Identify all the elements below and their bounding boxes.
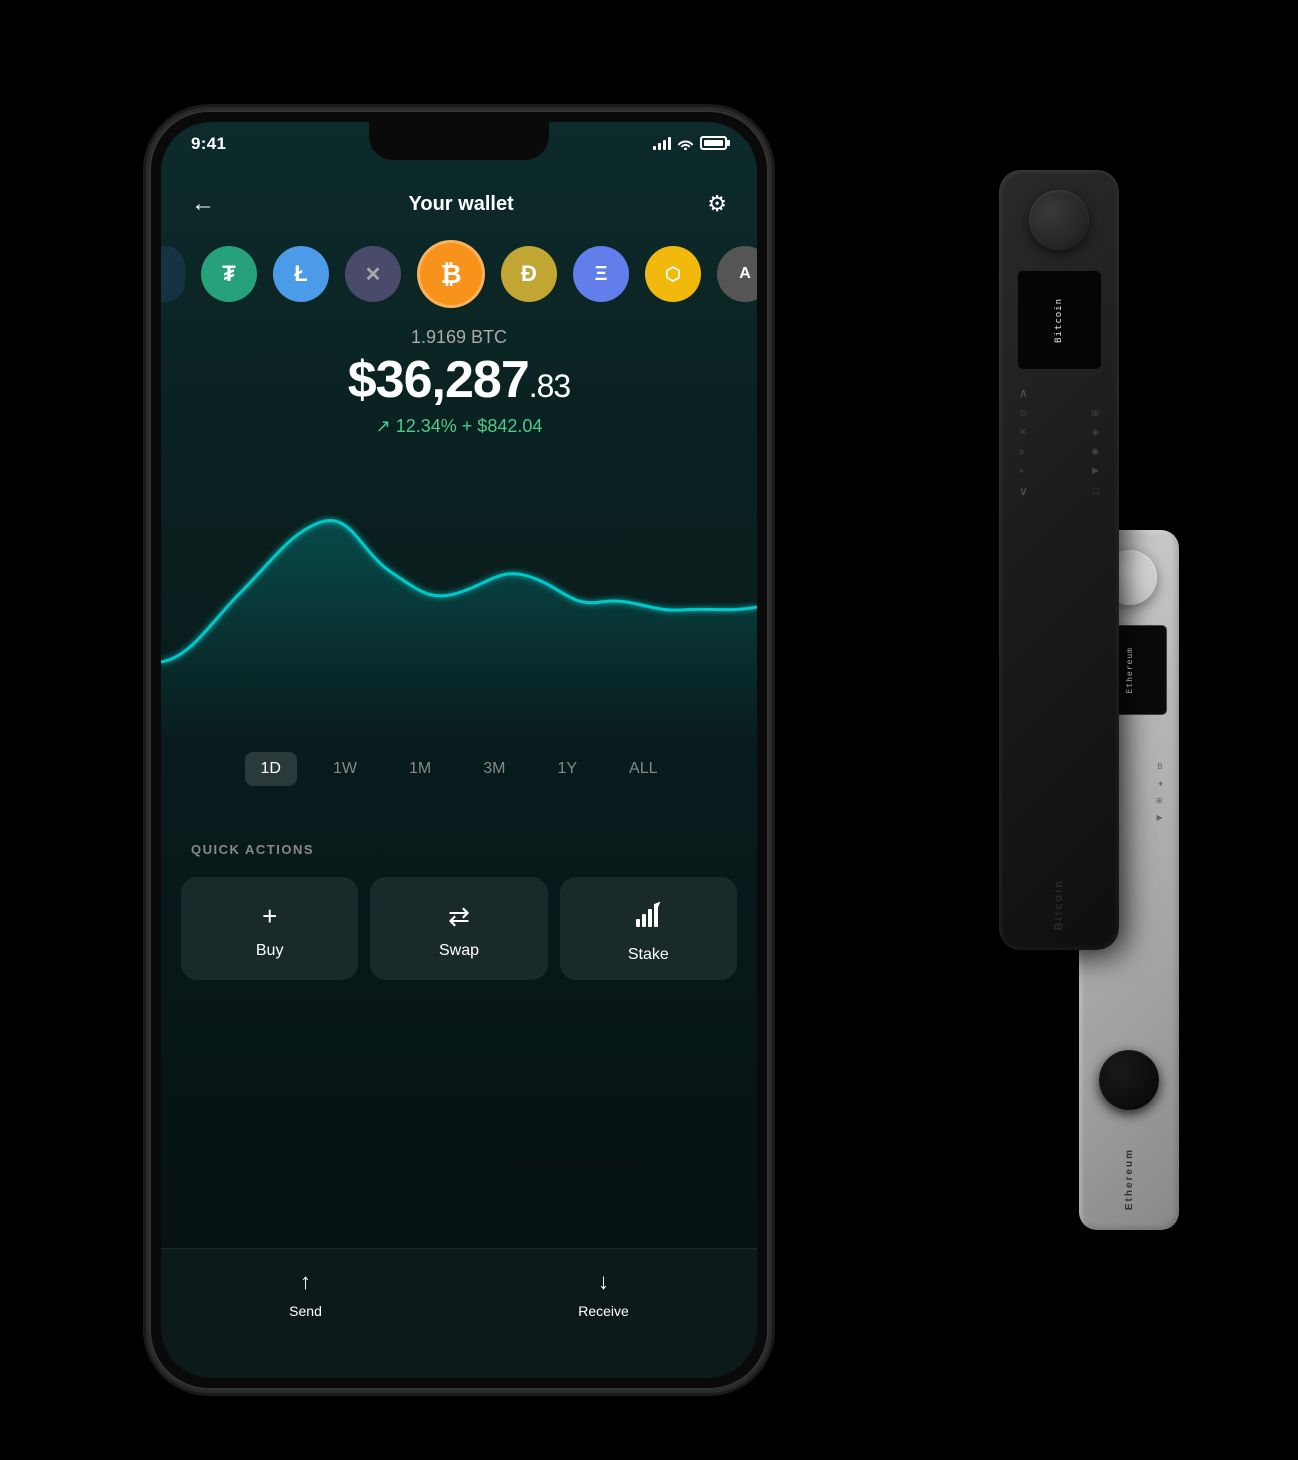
time-filters: 1D 1W 1M 3M 1Y ALL [161,752,757,786]
ledger-x-icon-6: ◉ [1091,446,1099,457]
swap-icon: ⇄ [448,901,470,932]
swap-label: Swap [439,942,479,960]
coin-dogecoin[interactable]: Ð [501,246,557,302]
coin-selector: ₮ Ł ✕ ₿ Ð Ξ ⬡ A [161,234,757,314]
coin-bitcoin[interactable]: ₿ [417,240,485,308]
ledger-s-icon-6: ⊞ [1156,796,1163,805]
stake-icon [634,901,662,936]
balance-area: 1.9169 BTC $36,287.83 ↗ 12.34% + $842.04 [161,327,757,437]
ledger-x-ctrl-row-2: ⊙ ⊞ [1019,408,1099,419]
battery-icon [700,136,727,150]
ledger-x-icon-4: ◈ [1092,427,1099,438]
coin-partial[interactable] [161,246,185,302]
battery-fill [704,140,723,146]
coin-algo[interactable]: A [717,246,757,302]
ledger-s-label: Ethereum [1124,1148,1135,1210]
buy-label: Buy [256,942,284,960]
filter-1d[interactable]: 1D [245,752,297,786]
signal-icon [653,136,671,150]
scene: 9:41 [99,30,1199,1430]
header: ← Your wallet ⚙ [161,174,757,234]
chart-area [161,462,757,742]
change-arrow: ↗ [376,416,391,436]
filter-all[interactable]: ALL [613,752,673,786]
filter-1y[interactable]: 1Y [541,752,593,786]
receive-nav-item[interactable]: ↓ Receive [578,1269,629,1319]
bottom-nav: ↑ Send ↓ Receive [161,1248,757,1378]
settings-icon[interactable]: ⚙ [707,191,727,217]
signal-bar-1 [653,146,656,150]
receive-icon: ↓ [598,1269,609,1295]
send-nav-item[interactable]: ↑ Send [289,1269,322,1319]
filter-1m[interactable]: 1M [393,752,447,786]
ledger-x-icon-3: ✕ [1019,427,1027,438]
receive-label: Receive [578,1303,629,1319]
stake-button[interactable]: Stake [560,877,737,980]
fiat-cents: .83 [529,368,570,404]
ledger-x-ctrl-row-3: ✕ ◈ [1019,427,1099,438]
fiat-whole: $36,287 [348,351,529,409]
crypto-amount: 1.9169 BTC [161,327,757,348]
coin-bnb[interactable]: ⬡ [645,246,701,302]
page-title: Your wallet [409,193,514,216]
send-label: Send [289,1303,322,1319]
ledger-x-top-button[interactable] [1029,190,1089,250]
ledger-x-display-text: Bitcoin [1054,298,1064,343]
quick-actions-label: QUICK ACTIONS [191,842,314,857]
back-button[interactable]: ← [191,190,215,218]
coin-litecoin[interactable]: Ł [273,246,329,302]
signal-bar-2 [658,143,661,150]
ledger-x-ctrl-row-4: ≡ ◉ [1019,446,1099,457]
ledger-x-controls: ∧ ⊙ ⊞ ✕ ◈ ≡ ◉ + ▶ ∨ □ [1009,386,1109,498]
fiat-balance: $36,287.83 [161,354,757,406]
ledger-x-ctrl-row-1: ∧ [1019,386,1099,400]
ledger-x-icon-9: □ [1094,486,1099,496]
coin-ethereum[interactable]: Ξ [573,246,629,302]
ledger-s-icon-4: ♦ [1159,779,1163,788]
send-icon: ↑ [300,1269,311,1295]
coin-tether[interactable]: ₮ [201,246,257,302]
filter-1w[interactable]: 1W [317,752,373,786]
ledger-x-icon-5: ≡ [1019,447,1024,457]
swap-button[interactable]: ⇄ Swap [370,877,547,980]
ledger-x-icon-7: + [1019,466,1024,476]
status-time: 9:41 [191,134,226,154]
signal-bar-3 [663,140,666,150]
change-amount: + $842.04 [462,416,543,436]
buy-icon: + [262,901,277,932]
coin-xrp[interactable]: ✕ [345,246,401,302]
ledger-x-display: Bitcoin [1017,270,1102,370]
phone: 9:41 [149,110,769,1390]
wifi-icon [677,137,694,150]
price-chart [161,462,757,742]
stake-label: Stake [628,946,669,964]
signal-bar-4 [668,137,671,150]
ledger-x-down-icon: ∨ [1019,484,1028,498]
buy-button[interactable]: + Buy [181,877,358,980]
ledger-x-up-icon: ∧ [1019,386,1028,400]
ledger-x-label: Bitcoin [1053,879,1065,930]
phone-notch [369,122,549,160]
quick-actions: + Buy ⇄ Swap [181,877,737,980]
ledger-nano-x: Bitcoin ∧ ⊙ ⊞ ✕ ◈ ≡ ◉ + ▶ ∨ [999,170,1119,950]
ledger-x-ctrl-row-6: ∨ □ [1019,484,1099,498]
ledger-s-icon-8: ▶ [1156,813,1162,822]
change-percent: 12.34% [396,416,457,436]
ledger-x-ctrl-row-5: + ▶ [1019,465,1099,476]
ledger-x-icon-2: ⊞ [1091,408,1099,419]
ledger-s-display-text: Ethereum [1125,647,1134,694]
filter-3m[interactable]: 3M [467,752,521,786]
ledger-s-bottom-button[interactable] [1099,1050,1159,1110]
price-change: ↗ 12.34% + $842.04 [161,416,757,437]
ledger-x-icon-8: ▶ [1092,465,1099,476]
ledger-x-icon-1: ⊙ [1019,408,1027,419]
ledger-s-icon-2: B [1157,762,1162,771]
phone-screen: 9:41 [161,122,757,1378]
status-icons [653,136,727,150]
